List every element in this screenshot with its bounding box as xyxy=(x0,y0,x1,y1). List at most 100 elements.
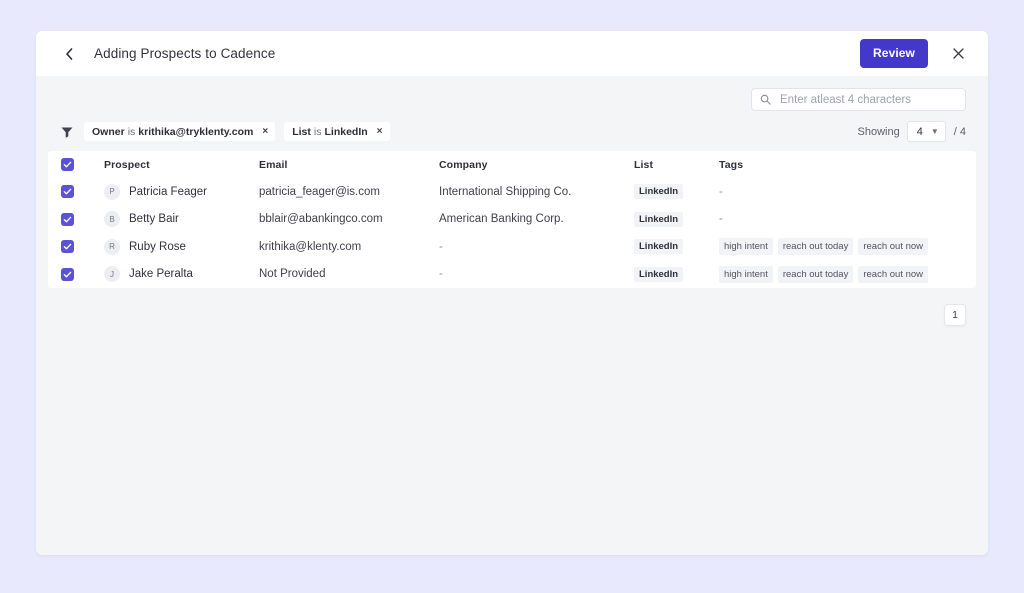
company-value: International Shipping Co. xyxy=(439,185,572,198)
prospect-name[interactable]: Patricia Feager xyxy=(129,186,207,198)
list-cell: LinkedIn xyxy=(634,206,719,234)
table-body: P Patricia Feager patricia_feager@is.com In… xyxy=(48,178,976,288)
filter-chip-owner-operator: is xyxy=(127,125,136,138)
email-value: bblair@abankingco.com xyxy=(259,213,383,226)
company-cell: International Shipping Co. xyxy=(439,178,634,206)
company-value: - xyxy=(439,268,443,281)
email-value: krithika@klenty.com xyxy=(259,240,362,253)
column-header-tags[interactable]: Tags xyxy=(719,151,976,178)
pagination: 1 xyxy=(36,288,988,326)
row-checkbox[interactable] xyxy=(61,185,74,199)
row-select-cell xyxy=(48,233,104,261)
prospect-cell: P Patricia Feager xyxy=(104,178,259,206)
email-cell: bblair@abankingco.com xyxy=(259,206,439,234)
showing-total: / 4 xyxy=(953,125,966,138)
showing-count-select[interactable]: 4 ▼ xyxy=(906,121,946,142)
filter-chip-owner-value: krithika@tryklenty.com xyxy=(138,125,254,138)
review-button[interactable]: Review xyxy=(860,39,928,68)
list-cell: LinkedIn xyxy=(634,261,719,289)
company-value: - xyxy=(439,240,443,253)
back-button[interactable] xyxy=(60,45,78,63)
table-row[interactable]: P Patricia Feager patricia_feager@is.com In… xyxy=(48,178,976,206)
avatar: P xyxy=(104,183,120,200)
filter-row: Owner is krithika@tryklenty.com × List i… xyxy=(36,111,988,151)
showing-control: Showing 4 ▼ / 4 xyxy=(858,121,966,142)
select-all-checkbox[interactable] xyxy=(61,158,74,171)
check-icon xyxy=(63,188,72,195)
prospects-table-card: Prospect Email Company List Tags P Patric… xyxy=(48,151,976,288)
column-header-prospect[interactable]: Prospect xyxy=(104,151,259,178)
avatar: R xyxy=(104,238,120,255)
chevron-left-icon xyxy=(66,47,73,60)
company-cell: American Banking Corp. xyxy=(439,206,634,234)
filter-chip-list-key: List xyxy=(292,125,311,138)
tag-chip: reach out today xyxy=(777,238,854,256)
filter-chip-list-operator: is xyxy=(313,125,322,138)
chevron-down-icon: ▼ xyxy=(930,126,939,136)
row-select-cell xyxy=(48,206,104,234)
row-checkbox[interactable] xyxy=(61,212,74,226)
avatar: B xyxy=(104,211,120,228)
filter-chip-list[interactable]: List is LinkedIn × xyxy=(284,122,390,141)
filter-chip-owner-remove[interactable]: × xyxy=(262,126,268,137)
filter-chip-owner-key: Owner xyxy=(92,125,125,138)
email-cell: Not Provided xyxy=(259,261,439,289)
column-header-company[interactable]: Company xyxy=(439,151,634,178)
table-row[interactable]: B Betty Bair bblair@abankingco.com American… xyxy=(48,206,976,234)
tag-chip: reach out today xyxy=(777,265,854,283)
prospect-name[interactable]: Ruby Rose xyxy=(129,241,186,253)
close-icon xyxy=(952,48,964,59)
modal-header: Adding Prospects to Cadence Review xyxy=(36,31,988,76)
search-box[interactable] xyxy=(751,88,966,111)
tag-chip: high intent xyxy=(719,238,773,256)
list-cell: LinkedIn xyxy=(634,233,719,261)
adding-prospects-modal: Adding Prospects to Cadence Review Owner… xyxy=(36,31,988,555)
toolbar xyxy=(36,76,988,111)
filter-chip-owner[interactable]: Owner is krithika@tryklenty.com × xyxy=(84,122,276,141)
row-checkbox[interactable] xyxy=(61,240,74,254)
page-title: Adding Prospects to Cadence xyxy=(94,46,276,61)
close-button[interactable] xyxy=(950,46,966,62)
avatar: J xyxy=(104,266,120,283)
page-button-1[interactable]: 1 xyxy=(944,304,966,326)
tags-cell: - xyxy=(719,178,976,206)
list-cell: LinkedIn xyxy=(634,178,719,206)
list-chip: LinkedIn xyxy=(634,266,684,282)
tags-empty: - xyxy=(719,213,723,226)
tags-cell: high intent reach out today reach out now xyxy=(719,233,976,261)
tag-chip: high intent xyxy=(719,265,773,283)
tags-empty: - xyxy=(719,185,723,198)
tag-chip: reach out now xyxy=(858,238,929,256)
prospect-cell: J Jake Peralta xyxy=(104,261,259,289)
column-header-list[interactable]: List xyxy=(634,151,719,178)
prospect-name[interactable]: Jake Peralta xyxy=(129,268,193,280)
search-icon xyxy=(760,94,771,105)
email-value: patricia_feager@is.com xyxy=(259,185,380,198)
showing-label: Showing xyxy=(857,125,900,138)
list-chip: LinkedIn xyxy=(634,184,684,200)
column-header-email[interactable]: Email xyxy=(259,151,439,178)
tag-chip: reach out now xyxy=(858,265,929,283)
tags-cell: high intent reach out today reach out now xyxy=(719,261,976,289)
prospect-cell: B Betty Bair xyxy=(104,206,259,234)
row-select-cell xyxy=(48,178,104,206)
email-cell: patricia_feager@is.com xyxy=(259,178,439,206)
prospects-table: Prospect Email Company List Tags P Patric… xyxy=(48,151,976,288)
table-row[interactable]: R Ruby Rose krithika@klenty.com - LinkedIn hi… xyxy=(48,233,976,261)
filter-chip-list-remove[interactable]: × xyxy=(377,126,383,137)
list-chip: LinkedIn xyxy=(634,239,684,255)
table-row[interactable]: J Jake Peralta Not Provided - LinkedIn high i… xyxy=(48,261,976,289)
search-input[interactable] xyxy=(778,92,957,107)
email-value: Not Provided xyxy=(259,268,326,281)
filter-icon[interactable] xyxy=(60,125,74,139)
select-all-cell xyxy=(48,151,104,178)
company-value: American Banking Corp. xyxy=(439,213,564,226)
table-header: Prospect Email Company List Tags xyxy=(48,151,976,178)
showing-count-value: 4 xyxy=(916,125,923,138)
check-icon xyxy=(63,216,72,223)
prospect-name[interactable]: Betty Bair xyxy=(129,213,179,225)
row-checkbox[interactable] xyxy=(61,267,74,281)
filter-chip-list-value: LinkedIn xyxy=(324,125,368,138)
prospect-cell: R Ruby Rose xyxy=(104,233,259,261)
check-icon xyxy=(63,161,72,168)
